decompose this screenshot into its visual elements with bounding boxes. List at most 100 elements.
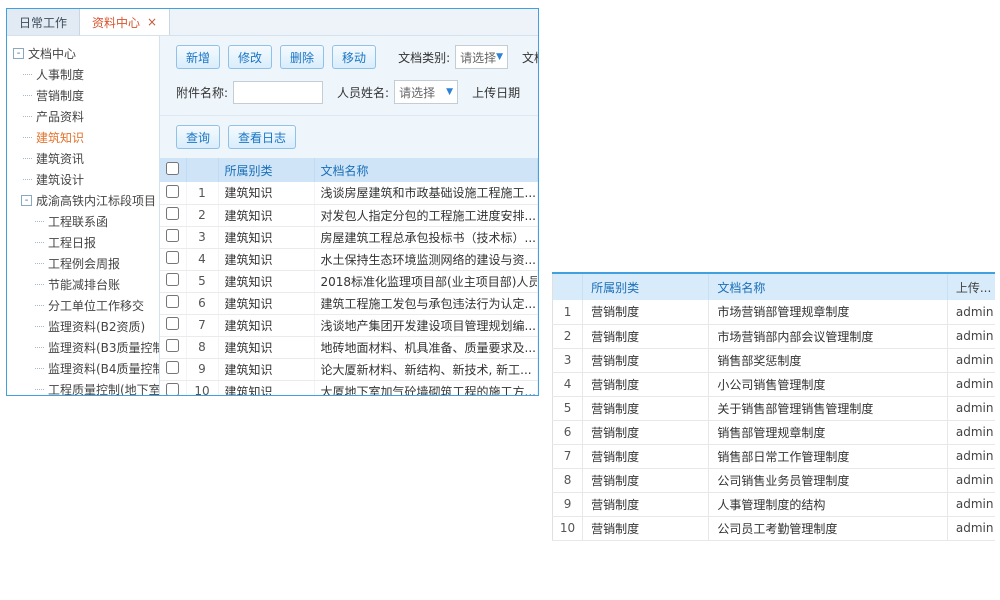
row-category: 建筑知识 <box>218 314 314 336</box>
person-select[interactable]: 请选择 ▼ <box>394 80 458 104</box>
row-category: 建筑知识 <box>218 336 314 358</box>
row-doc-name: 对发包人指定分包的工程施工进度安排... <box>314 204 538 226</box>
chevron-down-icon: ▼ <box>446 87 453 97</box>
tree-node[interactable]: 营销制度 <box>7 85 159 106</box>
table-row[interactable]: 3营销制度销售部奖惩制度admin <box>553 348 996 372</box>
tree-node[interactable]: 工程日报 <box>7 232 159 253</box>
row-doc-name: 销售部奖惩制度 <box>709 348 948 372</box>
row-checkbox[interactable] <box>166 317 179 330</box>
tree-node-label: 工程质量控制(地下室) <box>48 381 160 396</box>
tree-node[interactable]: 工程联系函 <box>7 211 159 232</box>
row-number: 10 <box>553 516 583 540</box>
collapse-icon[interactable]: - <box>21 195 32 206</box>
row-doc-name: 销售部管理规章制度 <box>709 420 948 444</box>
tree-items: 人事制度营销制度产品资料建筑知识建筑资讯建筑设计 <box>7 64 159 190</box>
table-row[interactable]: 2营销制度市场营销部内部会议管理制度admin <box>553 324 996 348</box>
category-select[interactable]: 请选择 ▼ <box>455 45 508 69</box>
row-uploader: admin <box>947 516 995 540</box>
header-number <box>553 274 583 300</box>
table-header-row: 所属别类 文档名称 <box>160 158 538 182</box>
edit-button[interactable]: 修改 <box>228 45 272 69</box>
attachment-input[interactable] <box>233 81 323 104</box>
row-checkbox[interactable] <box>166 251 179 264</box>
collapse-icon[interactable]: - <box>13 48 24 59</box>
row-checkbox[interactable] <box>166 185 179 198</box>
table-row[interactable]: 10营销制度公司员工考勤管理制度admin <box>553 516 996 540</box>
tree-node[interactable]: 建筑知识 <box>7 127 159 148</box>
table-row[interactable]: 6建筑知识建筑工程施工发包与承包违法行为认定... <box>160 292 538 314</box>
row-uploader: admin <box>947 444 995 468</box>
tree-tick-icon <box>23 74 32 75</box>
row-doc-name: 公司员工考勤管理制度 <box>709 516 948 540</box>
row-category: 建筑知识 <box>218 182 314 204</box>
tree-node[interactable]: 工程质量控制(地下室) <box>7 379 159 396</box>
table-row[interactable]: 8营销制度公司销售业务员管理制度admin <box>553 468 996 492</box>
row-checkbox[interactable] <box>166 339 179 352</box>
row-checkbox[interactable] <box>166 273 179 286</box>
tree-node[interactable]: 人事制度 <box>7 64 159 85</box>
table-row[interactable]: 1建筑知识浅谈房屋建筑和市政基础设施工程施工... <box>160 182 538 204</box>
tree-node[interactable]: 节能减排台账 <box>7 274 159 295</box>
tree-node[interactable]: 产品资料 <box>7 106 159 127</box>
marketing-documents-panel: 所属别类 文档名称 上传... 1营销制度市场营销部管理规章制度admin2营销… <box>552 272 995 549</box>
table-row[interactable]: 4建筑知识水土保持生态环境监测网络的建设与资... <box>160 248 538 270</box>
row-category: 营销制度 <box>583 468 709 492</box>
tree-node-root[interactable]: - 文档中心 <box>7 43 159 64</box>
table-row[interactable]: 4营销制度小公司销售管理制度admin <box>553 372 996 396</box>
row-number: 2 <box>186 204 218 226</box>
row-checkbox[interactable] <box>166 229 179 242</box>
tab-daily-work[interactable]: 日常工作 <box>7 9 80 35</box>
close-icon[interactable]: × <box>147 16 157 28</box>
tree-node[interactable]: 监理资料(B3质量控制) <box>7 337 159 358</box>
tree-tick-icon <box>35 263 44 264</box>
table-row[interactable]: 7建筑知识浅谈地产集团开发建设项目管理规划编... <box>160 314 538 336</box>
row-checkbox[interactable] <box>166 383 179 396</box>
row-checkbox-cell <box>160 204 186 226</box>
table-row[interactable]: 6营销制度销售部管理规章制度admin <box>553 420 996 444</box>
table-row[interactable]: 1营销制度市场营销部管理规章制度admin <box>553 300 996 324</box>
row-checkbox[interactable] <box>166 207 179 220</box>
view-log-button[interactable]: 查看日志 <box>228 125 296 149</box>
tree-node-project-root[interactable]: - 成渝高铁内江标段项目 <box>7 190 159 211</box>
row-doc-name: 建筑工程施工发包与承包违法行为认定... <box>314 292 538 314</box>
row-category: 营销制度 <box>583 324 709 348</box>
tree-node[interactable]: 分工单位工作移交 <box>7 295 159 316</box>
table-row[interactable]: 3建筑知识房屋建筑工程总承包投标书（技术标）... <box>160 226 538 248</box>
query-button[interactable]: 查询 <box>176 125 220 149</box>
tree-tick-icon <box>35 284 44 285</box>
row-uploader: admin <box>947 468 995 492</box>
table-row[interactable]: 5建筑知识2018标准化监理项目部(业主项目部)人员... <box>160 270 538 292</box>
table-row[interactable]: 2建筑知识对发包人指定分包的工程施工进度安排... <box>160 204 538 226</box>
tab-data-center[interactable]: 资料中心 × <box>80 9 170 35</box>
clipped-doc-label: 文档 <box>522 49 538 66</box>
row-category: 营销制度 <box>583 516 709 540</box>
tree-node-label: 监理资料(B3质量控制) <box>48 339 160 356</box>
tree-node-label: 工程联系函 <box>48 213 108 230</box>
row-number: 1 <box>553 300 583 324</box>
table-row[interactable]: 5营销制度关于销售部管理销售管理制度admin <box>553 396 996 420</box>
table-header-row: 所属别类 文档名称 上传... <box>553 274 996 300</box>
tree-tick-icon <box>23 158 32 159</box>
delete-button[interactable]: 删除 <box>280 45 324 69</box>
tree-node[interactable]: 监理资料(B2资质) <box>7 316 159 337</box>
table-row[interactable]: 9营销制度人事管理制度的结构admin <box>553 492 996 516</box>
tree-node[interactable]: 建筑设计 <box>7 169 159 190</box>
row-checkbox[interactable] <box>166 361 179 374</box>
table-row[interactable]: 8建筑知识地砖地面材料、机具准备、质量要求及... <box>160 336 538 358</box>
tree-node[interactable]: 建筑资讯 <box>7 148 159 169</box>
tree-node-label: 建筑资讯 <box>36 150 84 167</box>
table-row[interactable]: 9建筑知识论大厦新材料、新结构、新技术, 新工... <box>160 358 538 380</box>
row-number: 8 <box>186 336 218 358</box>
add-button[interactable]: 新增 <box>176 45 220 69</box>
table-row[interactable]: 10建筑知识大厦地下室加气砼墙砌筑工程的施工方... <box>160 380 538 396</box>
move-button[interactable]: 移动 <box>332 45 376 69</box>
row-category: 营销制度 <box>583 372 709 396</box>
tree-node[interactable]: 监理资料(B4质量控制) <box>7 358 159 379</box>
select-all-checkbox[interactable] <box>166 162 179 175</box>
tree-node[interactable]: 工程例会周报 <box>7 253 159 274</box>
table-row[interactable]: 7营销制度销售部日常工作管理制度admin <box>553 444 996 468</box>
row-doc-name: 浅谈房屋建筑和市政基础设施工程施工... <box>314 182 538 204</box>
tab-bar: 日常工作 资料中心 × <box>7 9 538 36</box>
tree-tick-icon <box>23 137 32 138</box>
row-checkbox[interactable] <box>166 295 179 308</box>
